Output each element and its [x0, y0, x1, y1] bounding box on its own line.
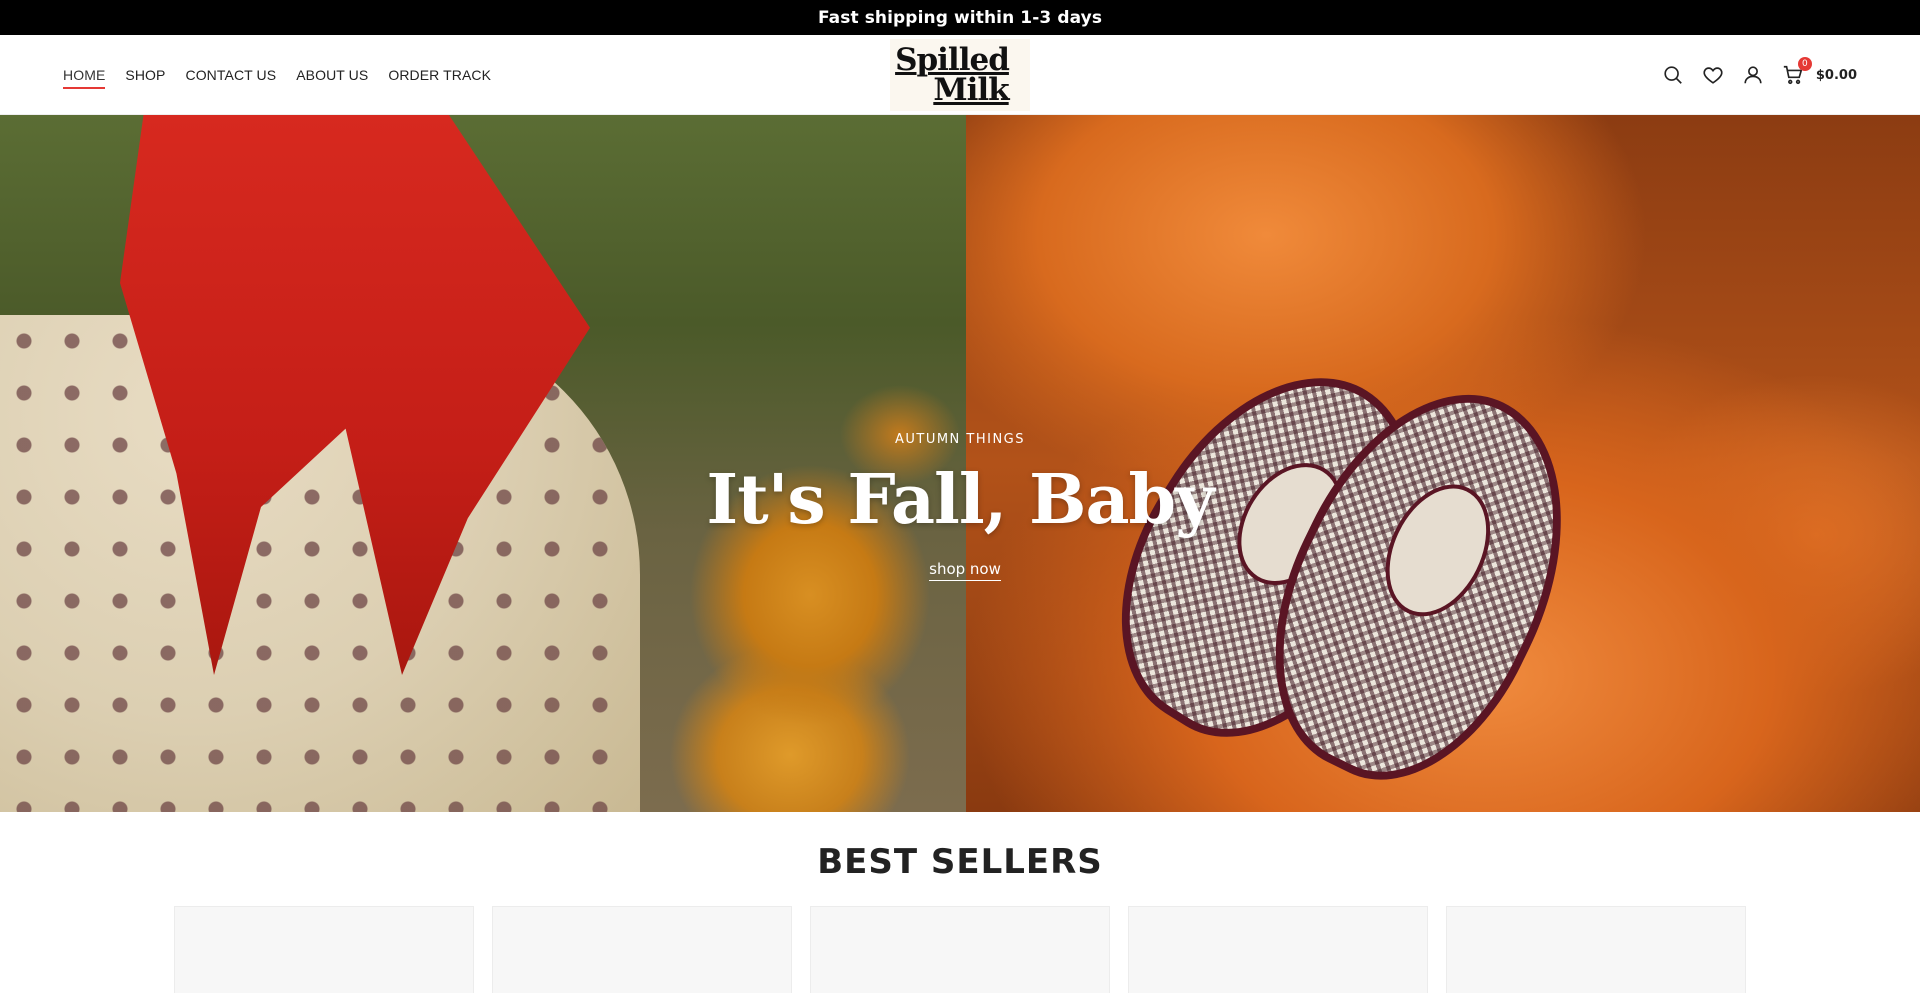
user-icon[interactable] [1742, 64, 1764, 86]
product-card[interactable] [1128, 906, 1428, 993]
main-nav: HOME SHOP CONTACT US ABOUT US ORDER TRAC… [63, 35, 491, 115]
hero-title: It's Fall, Baby [706, 460, 1214, 540]
nav-item-shop[interactable]: SHOP [125, 61, 165, 89]
cart-count-badge: 0 [1797, 57, 1812, 71]
product-card[interactable] [492, 906, 792, 993]
best-sellers-title: BEST SELLERS [817, 842, 1103, 882]
nav-item-order-track[interactable]: ORDER TRACK [388, 61, 491, 89]
cart-total: $0.00 [1815, 67, 1857, 83]
hero-banner: AUTUMN THINGS It's Fall, Baby shop now [0, 115, 1920, 812]
product-card[interactable] [1446, 906, 1746, 993]
product-card[interactable] [810, 906, 1110, 993]
product-grid [174, 906, 1746, 993]
site-logo[interactable]: Spilled Milk [890, 39, 1030, 111]
header-actions: 0 $0.00 [1662, 35, 1857, 115]
logo-line-2: Milk [933, 72, 1009, 108]
nav-item-home[interactable]: HOME [63, 61, 106, 89]
hero-content: AUTUMN THINGS It's Fall, Baby shop now [0, 115, 1920, 812]
hero-subtitle: AUTUMN THINGS [894, 432, 1026, 447]
search-icon[interactable] [1662, 64, 1684, 86]
heart-icon[interactable] [1702, 64, 1724, 86]
nav-item-contact-us[interactable]: CONTACT US [185, 61, 276, 89]
cart-link[interactable]: 0 $0.00 [1782, 57, 1857, 86]
cart-icon[interactable]: 0 [1782, 57, 1812, 86]
announcement-bar: Fast shipping within 1-3 days [0, 0, 1920, 35]
nav-item-about-us[interactable]: ABOUT US [296, 61, 368, 89]
shop-now-link[interactable]: shop now [929, 560, 1001, 581]
product-card[interactable] [174, 906, 474, 993]
site-header: HOME SHOP CONTACT US ABOUT US ORDER TRAC… [0, 35, 1920, 115]
announcement-text: Fast shipping within 1-3 days [817, 7, 1103, 28]
logo-line-1: Spilled [895, 42, 1010, 78]
